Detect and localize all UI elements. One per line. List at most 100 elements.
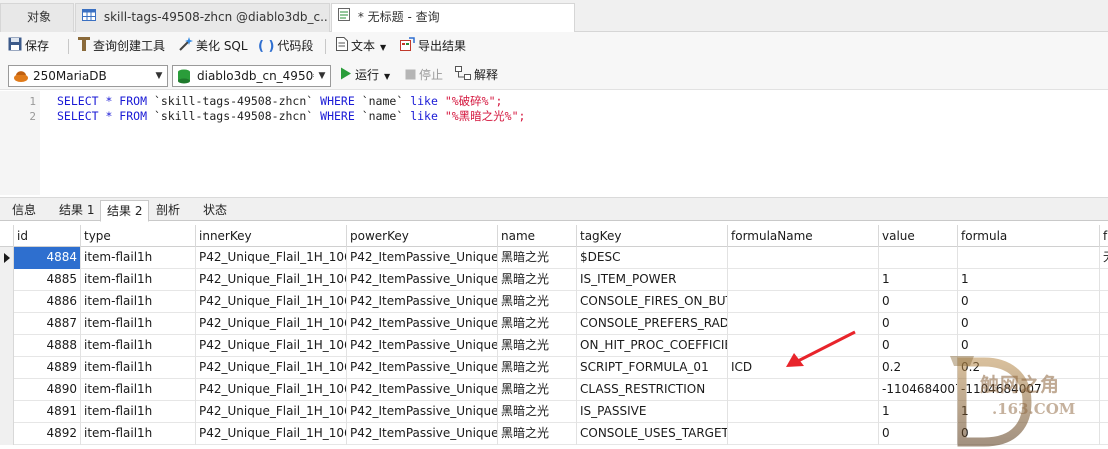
cell-id[interactable]: 4890 xyxy=(14,379,81,401)
cell-formulaName[interactable] xyxy=(728,269,879,291)
tab-status[interactable]: 状态 xyxy=(197,200,233,222)
row-selector[interactable] xyxy=(0,291,14,313)
row-selector[interactable] xyxy=(0,357,14,379)
row-selector[interactable] xyxy=(0,379,14,401)
cell-powerKey[interactable]: P42_ItemPassive_Unique_F xyxy=(347,269,498,291)
cell-powerKey[interactable]: P42_ItemPassive_Unique_F xyxy=(347,291,498,313)
cell-name[interactable]: 黑暗之光 xyxy=(498,269,577,291)
cell-f[interactable] xyxy=(1100,313,1108,335)
tab-profile[interactable]: 剖析 xyxy=(150,200,186,222)
cell-id[interactable]: 4889 xyxy=(14,357,81,379)
column-header-powerKey[interactable]: powerKey xyxy=(347,225,498,247)
column-header-type[interactable]: type xyxy=(81,225,196,247)
connection-select[interactable]: 250MariaDB ▼ xyxy=(8,65,168,87)
cell-tagKey[interactable]: CONSOLE_FIRES_ON_BUT xyxy=(577,291,728,313)
row-selector[interactable] xyxy=(0,335,14,357)
cell-value[interactable]: 1 xyxy=(879,269,958,291)
cell-powerKey[interactable]: P42_ItemPassive_Unique_F xyxy=(347,423,498,445)
column-header-value[interactable]: value xyxy=(879,225,958,247)
cell-tagKey[interactable]: CONSOLE_USES_TARGET_ xyxy=(577,423,728,445)
column-header-tagKey[interactable]: tagKey xyxy=(577,225,728,247)
cell-formulaName[interactable] xyxy=(728,401,879,423)
cell-tagKey[interactable]: IS_ITEM_POWER xyxy=(577,269,728,291)
row-selector[interactable] xyxy=(0,269,14,291)
table-row[interactable]: 4886 item-flail1h P42_Unique_Flail_1H_106_… xyxy=(0,291,1108,313)
cell-type[interactable]: item-flail1h xyxy=(81,357,196,379)
cell-powerKey[interactable]: P42_ItemPassive_Unique_F xyxy=(347,401,498,423)
cell-formula[interactable]: 1 xyxy=(958,269,1100,291)
cell-id[interactable]: 4886 xyxy=(14,291,81,313)
cell-value[interactable]: 0 xyxy=(879,291,958,313)
cell-tagKey[interactable]: CLASS_RESTRICTION xyxy=(577,379,728,401)
cell-name[interactable]: 黑暗之光 xyxy=(498,291,577,313)
database-select[interactable]: diablo3db_cn_4950€ ▼ xyxy=(172,65,331,87)
run-button[interactable]: 运行 ▼ xyxy=(340,65,390,85)
cell-innerKey[interactable]: P42_Unique_Flail_1H_106_ xyxy=(196,357,347,379)
tab-untitled-query[interactable]: * 无标题 - 查询 xyxy=(331,3,575,33)
cell-name[interactable]: 黑暗之光 xyxy=(498,379,577,401)
cell-type[interactable]: item-flail1h xyxy=(81,291,196,313)
column-header-formula[interactable]: formula xyxy=(958,225,1100,247)
column-header-id[interactable]: id xyxy=(14,225,81,247)
cell-type[interactable]: item-flail1h xyxy=(81,335,196,357)
tab-result-2[interactable]: 结果 2 xyxy=(100,200,150,222)
tab-table-skill-tags[interactable]: skill-tags-49508-zhcn @diablo3db_c... xyxy=(75,3,330,32)
cell-f[interactable] xyxy=(1100,269,1108,291)
cell-powerKey[interactable]: P42_ItemPassive_Unique_F xyxy=(347,247,498,269)
cell-tagKey[interactable]: SCRIPT_FORMULA_01 xyxy=(577,357,728,379)
cell-f[interactable]: 无 xyxy=(1100,247,1108,269)
cell-innerKey[interactable]: P42_Unique_Flail_1H_106_ xyxy=(196,379,347,401)
cell-tagKey[interactable]: ON_HIT_PROC_COEFFICIE xyxy=(577,335,728,357)
cell-powerKey[interactable]: P42_ItemPassive_Unique_F xyxy=(347,357,498,379)
row-selector[interactable] xyxy=(0,247,14,269)
sql-editor[interactable]: 1 2 SELECT * FROM `skill-tags-49508-zhcn… xyxy=(0,91,1108,195)
cell-name[interactable]: 黑暗之光 xyxy=(498,357,577,379)
tab-result-1[interactable]: 结果 1 xyxy=(53,200,100,222)
cell-formulaName[interactable] xyxy=(728,423,879,445)
explain-button[interactable]: 解释 xyxy=(455,65,498,85)
cell-formula[interactable]: 0 xyxy=(958,313,1100,335)
cell-value[interactable] xyxy=(879,247,958,269)
cell-formula[interactable]: 0 xyxy=(958,291,1100,313)
cell-name[interactable]: 黑暗之光 xyxy=(498,335,577,357)
cell-value[interactable]: 0 xyxy=(879,313,958,335)
cell-id[interactable]: 4884 xyxy=(14,247,81,269)
column-header-name[interactable]: name xyxy=(498,225,577,247)
cell-formulaName[interactable] xyxy=(728,247,879,269)
cell-tagKey[interactable]: IS_PASSIVE xyxy=(577,401,728,423)
cell-powerKey[interactable]: P42_ItemPassive_Unique_F xyxy=(347,379,498,401)
cell-type[interactable]: item-flail1h xyxy=(81,379,196,401)
save-button[interactable]: 保存 xyxy=(8,36,49,56)
cell-formula[interactable] xyxy=(958,247,1100,269)
row-selector[interactable] xyxy=(0,313,14,335)
cell-formulaName[interactable] xyxy=(728,291,879,313)
cell-name[interactable]: 黑暗之光 xyxy=(498,401,577,423)
cell-type[interactable]: item-flail1h xyxy=(81,313,196,335)
cell-tagKey[interactable]: $DESC xyxy=(577,247,728,269)
cell-f[interactable] xyxy=(1100,291,1108,313)
cell-innerKey[interactable]: P42_Unique_Flail_1H_106_ xyxy=(196,335,347,357)
cell-innerKey[interactable]: P42_Unique_Flail_1H_106_ xyxy=(196,247,347,269)
cell-name[interactable]: 黑暗之光 xyxy=(498,313,577,335)
cell-type[interactable]: item-flail1h xyxy=(81,401,196,423)
cell-id[interactable]: 4892 xyxy=(14,423,81,445)
column-header-innerKey[interactable]: innerKey xyxy=(196,225,347,247)
cell-type[interactable]: item-flail1h xyxy=(81,247,196,269)
cell-name[interactable]: 黑暗之光 xyxy=(498,247,577,269)
code-snippet-button[interactable]: ( ) 代码段 xyxy=(258,36,313,56)
cell-type[interactable]: item-flail1h xyxy=(81,269,196,291)
cell-id[interactable]: 4891 xyxy=(14,401,81,423)
table-row[interactable]: 4887 item-flail1h P42_Unique_Flail_1H_106_… xyxy=(0,313,1108,335)
cell-powerKey[interactable]: P42_ItemPassive_Unique_F xyxy=(347,335,498,357)
cell-name[interactable]: 黑暗之光 xyxy=(498,423,577,445)
row-selector[interactable] xyxy=(0,423,14,445)
cell-innerKey[interactable]: P42_Unique_Flail_1H_106_ xyxy=(196,401,347,423)
text-menu-button[interactable]: 文本 ▼ xyxy=(336,36,386,56)
table-row[interactable]: 4885 item-flail1h P42_Unique_Flail_1H_106_… xyxy=(0,269,1108,291)
table-row[interactable]: 4884 item-flail1h P42_Unique_Flail_1H_106_… xyxy=(0,247,1108,269)
cell-innerKey[interactable]: P42_Unique_Flail_1H_106_ xyxy=(196,313,347,335)
cell-tagKey[interactable]: CONSOLE_PREFERS_RADI xyxy=(577,313,728,335)
cell-innerKey[interactable]: P42_Unique_Flail_1H_106_ xyxy=(196,291,347,313)
cell-id[interactable]: 4887 xyxy=(14,313,81,335)
beautify-sql-button[interactable]: 美化 SQL xyxy=(178,36,248,56)
